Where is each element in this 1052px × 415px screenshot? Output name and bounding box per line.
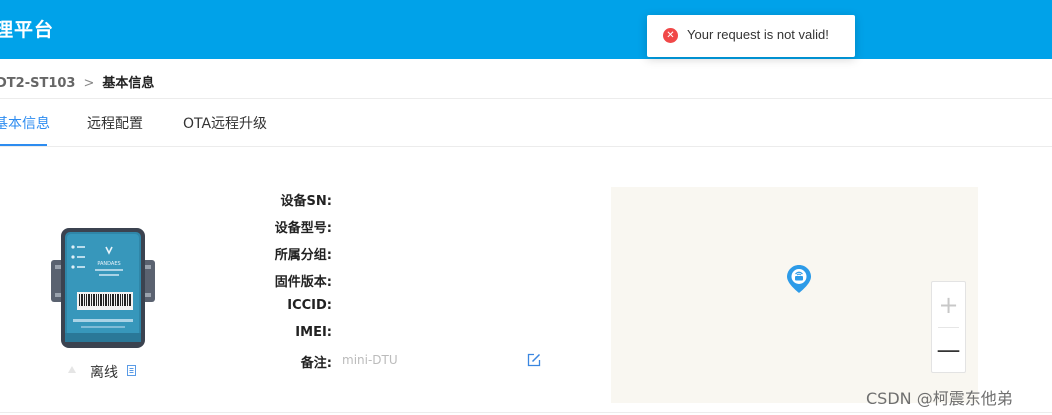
- field-label-group: 所属分组:: [274, 248, 332, 263]
- tab-ota-upgrade[interactable]: OTA远程升级: [183, 113, 267, 133]
- divider: [0, 412, 1052, 413]
- divider: [0, 146, 1052, 147]
- app-title: 理平台: [0, 19, 55, 41]
- device-status: 离线: [90, 365, 118, 381]
- breadcrumb-parent[interactable]: DT2-ST103: [0, 76, 75, 91]
- field-value-remark: mini-DTU: [342, 353, 398, 367]
- map-zoom-control: + —: [931, 281, 966, 373]
- field-label-model: 设备型号:: [274, 221, 332, 236]
- error-circle-icon: ✕: [663, 28, 678, 43]
- field-label-imei: IMEI:: [295, 325, 332, 340]
- device-image: PANDAES: [51, 228, 155, 348]
- toast-message: Your request is not valid!: [687, 27, 829, 42]
- field-label-iccid: ICCID:: [287, 298, 332, 313]
- tab-remote-config[interactable]: 远程配置: [87, 113, 143, 133]
- top-header: 理平台: [0, 0, 1052, 59]
- tab-basic-info[interactable]: 基本信息: [0, 113, 50, 133]
- map-view[interactable]: [611, 187, 978, 403]
- zoom-out-button[interactable]: —: [932, 328, 965, 372]
- page: 理平台 ✕ Your request is not valid! DT2-ST1…: [0, 0, 1052, 415]
- copy-icon[interactable]: [126, 364, 137, 377]
- divider: [0, 98, 1052, 99]
- zoom-in-button[interactable]: +: [932, 282, 965, 327]
- breadcrumb-current: 基本信息: [102, 76, 155, 91]
- error-toast: ✕ Your request is not valid!: [647, 15, 855, 57]
- device-marker-icon[interactable]: [786, 264, 812, 294]
- field-label-sn: 设备SN:: [280, 194, 332, 209]
- watermark: CSDN @柯震东他弟: [866, 389, 1013, 408]
- field-label-remark: 备注:: [300, 356, 332, 371]
- device-brand: PANDAES: [97, 261, 120, 267]
- edit-icon[interactable]: [526, 352, 542, 368]
- signal-icon: [68, 366, 76, 373]
- breadcrumb: DT2-ST103 > 基本信息: [0, 72, 155, 91]
- field-label-firmware: 固件版本:: [274, 275, 332, 290]
- breadcrumb-separator: >: [83, 76, 95, 91]
